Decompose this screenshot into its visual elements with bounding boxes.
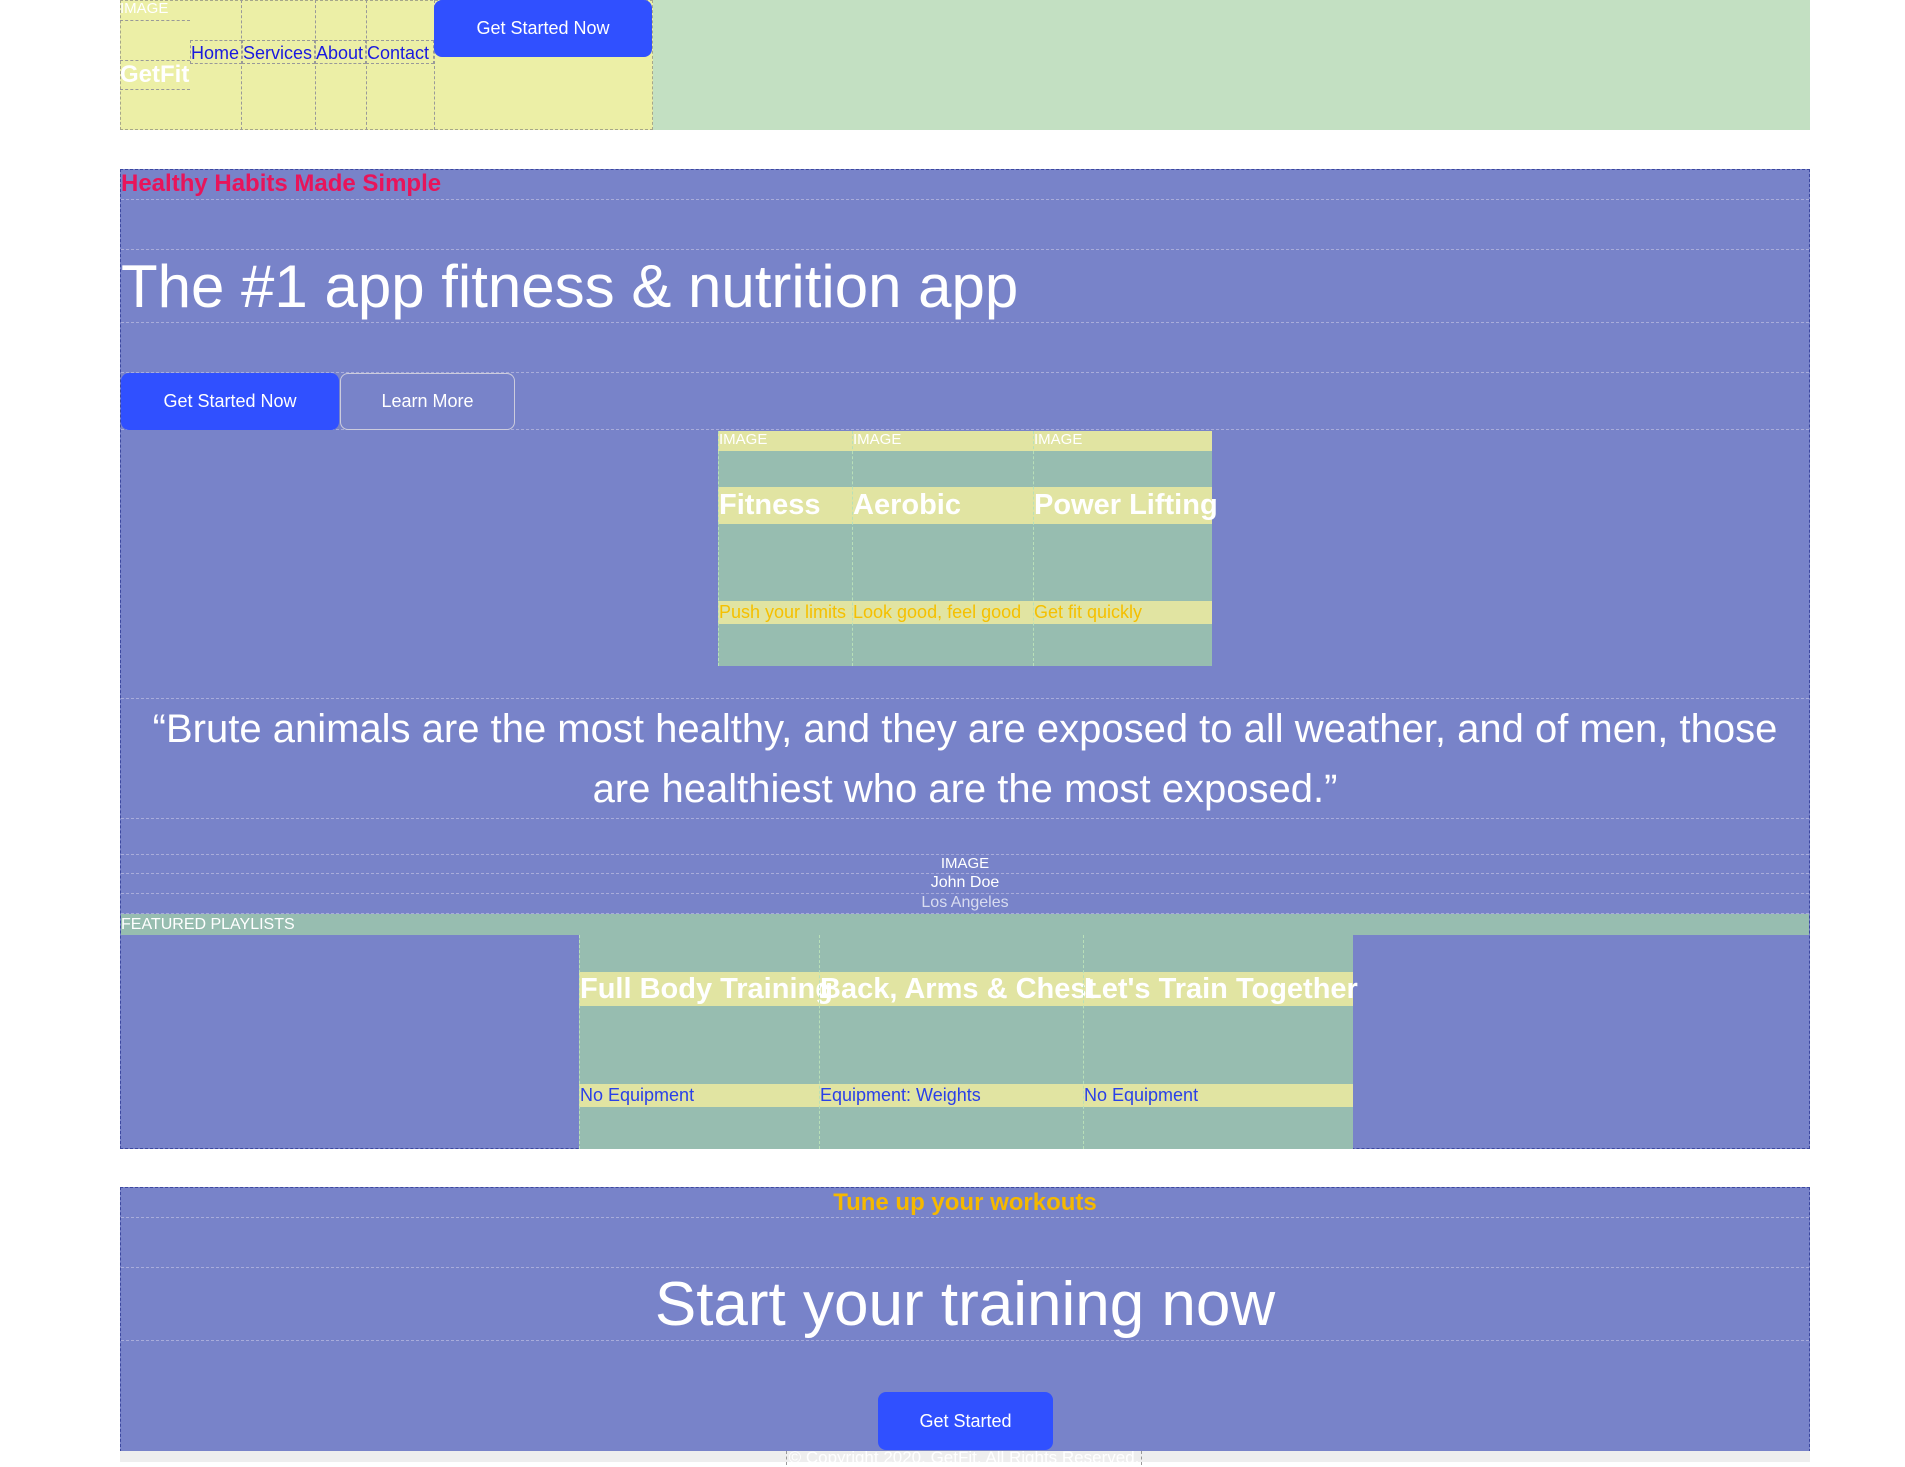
hero-title: The #1 app fitness & nutrition app bbox=[121, 249, 1809, 323]
cta-eyebrow: Tune up your workouts bbox=[121, 1188, 1809, 1218]
cta-title: Start your training now bbox=[121, 1267, 1809, 1341]
feature-image: IMAGE bbox=[719, 431, 768, 448]
testimonial-image: IMAGE bbox=[121, 854, 1809, 874]
playlist-equipment: No Equipment bbox=[1084, 1085, 1199, 1105]
nav-services[interactable]: Services bbox=[242, 40, 315, 64]
hero-section: Healthy Habits Made Simple The #1 app fi… bbox=[120, 169, 1810, 1149]
feature-title: Fitness bbox=[719, 489, 821, 521]
nav-about[interactable]: About bbox=[315, 40, 366, 64]
feature-tagline: Look good, feel good bbox=[853, 602, 1022, 622]
playlist-card[interactable]: Back, Arms & Chest Equipment: Weights bbox=[819, 935, 1096, 1149]
header-get-started-button[interactable]: Get Started Now bbox=[434, 0, 652, 57]
learn-more-button[interactable]: Learn More bbox=[340, 373, 515, 430]
playlist-card[interactable]: Let's Train Together No Equipment bbox=[1083, 935, 1358, 1149]
feature-image: IMAGE bbox=[853, 431, 902, 448]
features-grid: IMAGE Fitness Push your limits IMAGE Aer… bbox=[718, 431, 1218, 666]
feature-title: Aerobic bbox=[853, 489, 961, 521]
footer: © Copyright 2020. GetFit. All Rights Res… bbox=[120, 1449, 1810, 1466]
playlists-heading: FEATURED PLAYLISTS bbox=[121, 914, 1809, 935]
header-spacer bbox=[653, 0, 1810, 130]
feature-tagline: Push your limits bbox=[719, 602, 847, 622]
playlist-equipment: No Equipment bbox=[580, 1085, 695, 1105]
cta-section: Tune up your workouts Start your trainin… bbox=[120, 1187, 1810, 1452]
logo-text[interactable]: GetFit bbox=[120, 60, 190, 90]
nav-contact[interactable]: Contact bbox=[366, 40, 434, 64]
feature-card[interactable]: IMAGE Power Lifting Get fit quickly bbox=[1033, 431, 1218, 666]
playlist-title: Full Body Training bbox=[580, 973, 833, 1005]
cta-get-started-button[interactable]: Get Started bbox=[878, 1392, 1053, 1450]
testimonial-name: John Doe bbox=[121, 874, 1809, 894]
feature-tagline: Get fit quickly bbox=[1034, 602, 1143, 622]
footer-copyright: © Copyright 2020. GetFit. All Rights Res… bbox=[786, 1449, 1142, 1466]
playlists-grid: Full Body Training No Equipment Back, Ar… bbox=[579, 935, 1358, 1149]
feature-card[interactable]: IMAGE Aerobic Look good, feel good bbox=[852, 431, 1033, 666]
playlist-title: Let's Train Together bbox=[1084, 973, 1358, 1005]
logo-image: IMAGE bbox=[120, 0, 190, 21]
testimonial-quote: “Brute animals are the most healthy, and… bbox=[121, 698, 1809, 819]
playlist-title: Back, Arms & Chest bbox=[820, 973, 1097, 1005]
feature-title: Power Lifting bbox=[1034, 489, 1218, 521]
hero-eyebrow: Healthy Habits Made Simple bbox=[121, 170, 1809, 200]
feature-card[interactable]: IMAGE Fitness Push your limits bbox=[718, 431, 852, 666]
testimonial-location: Los Angeles bbox=[121, 894, 1809, 914]
nav-home[interactable]: Home bbox=[190, 40, 242, 64]
playlist-card[interactable]: Full Body Training No Equipment bbox=[579, 935, 833, 1149]
feature-image: IMAGE bbox=[1034, 431, 1083, 448]
hero-get-started-button[interactable]: Get Started Now bbox=[121, 373, 339, 430]
playlist-equipment: Equipment: Weights bbox=[820, 1085, 981, 1105]
